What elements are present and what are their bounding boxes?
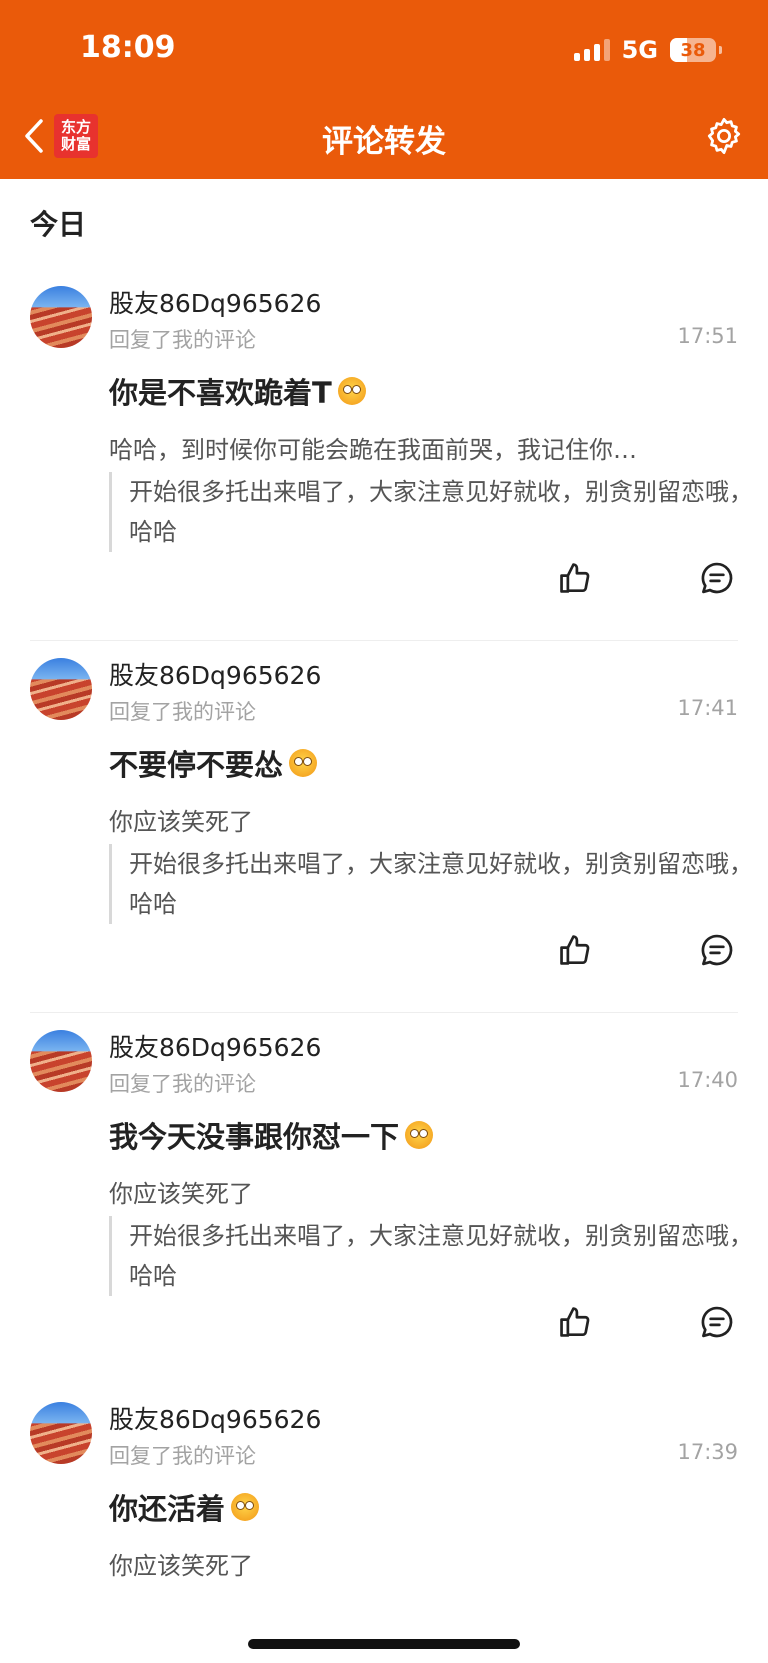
like-button[interactable] xyxy=(553,928,597,972)
home-indicator xyxy=(248,1639,520,1649)
quoted-comment[interactable]: 开始很多托出来唱了，大家注意见好就收，别贪别留恋哦，哈哈 xyxy=(109,844,759,924)
timestamp: 17:41 xyxy=(677,696,738,720)
emoji-icon xyxy=(405,1121,434,1149)
list-item[interactable]: 股友86Dq965626 回复了我的评论 17:51 你是不喜欢跪着T 哈哈，到… xyxy=(0,268,768,641)
nav-bar: 东方 财富 评论转发 xyxy=(0,100,768,172)
reply-hint: 回复了我的评论 xyxy=(109,1444,256,1468)
quoted-comment[interactable]: 开始很多托出来唱了，大家注意见好就收，别贪别留恋哦，哈哈 xyxy=(109,472,759,552)
timestamp: 17:51 xyxy=(677,324,738,348)
avatar[interactable] xyxy=(30,1402,92,1464)
username[interactable]: 股友86Dq965626 xyxy=(109,1400,321,1436)
username[interactable]: 股友86Dq965626 xyxy=(109,284,321,320)
reply-hint: 回复了我的评论 xyxy=(109,700,256,724)
comment-text: 不要停不要怂 xyxy=(109,742,318,784)
battery-level: 38 xyxy=(680,39,706,61)
reply-text: 你应该笑死了 xyxy=(109,808,253,836)
comment-content: 我今天没事跟你怼一下 xyxy=(109,1120,400,1154)
reply-text: 你应该笑死了 xyxy=(109,1180,253,1208)
comment-icon xyxy=(701,562,733,594)
comment-content: 你是不喜欢跪着T xyxy=(109,376,332,410)
reply-text: 哈哈，到时候你可能会跪在我面前哭，我记住你… xyxy=(109,436,637,464)
list-item[interactable]: 股友86Dq965626 回复了我的评论 17:39 你还活着 你应该笑死了 xyxy=(0,1384,768,1663)
avatar[interactable] xyxy=(30,658,92,720)
signal-icon xyxy=(573,39,610,61)
section-title-today: 今日 xyxy=(30,208,87,241)
quoted-comment[interactable]: 开始很多托出来唱了，大家注意见好就收，别贪别留恋哦，哈哈 xyxy=(109,1216,759,1296)
reply-hint: 回复了我的评论 xyxy=(109,328,256,352)
like-icon xyxy=(560,563,590,593)
like-button[interactable] xyxy=(553,556,597,600)
header-bar: 18:09 5G 38 东方 财富 评论转发 xyxy=(0,0,768,179)
username[interactable]: 股友86Dq965626 xyxy=(109,1028,321,1064)
settings-icon xyxy=(707,117,741,155)
network-type: 5G xyxy=(621,36,658,64)
page-title: 评论转发 xyxy=(322,124,446,160)
comment-text: 你还活着 xyxy=(109,1486,260,1528)
battery-icon: 38 xyxy=(670,38,722,62)
avatar[interactable] xyxy=(30,286,92,348)
status-time: 18:09 xyxy=(80,30,176,65)
list-item[interactable]: 股友86Dq965626 回复了我的评论 17:40 我今天没事跟你怼一下 你应… xyxy=(0,1012,768,1384)
comment-icon xyxy=(701,934,733,966)
like-icon xyxy=(560,935,590,965)
comment-button[interactable] xyxy=(695,928,739,972)
emoji-icon xyxy=(231,1493,260,1521)
emoji-icon xyxy=(337,377,366,405)
status-indicators: 5G 38 xyxy=(573,36,722,64)
timestamp: 17:39 xyxy=(677,1440,738,1464)
comment-content: 不要停不要怂 xyxy=(109,748,284,782)
reply-text: 你应该笑死了 xyxy=(109,1552,253,1580)
settings-button[interactable] xyxy=(700,112,748,160)
comment-button[interactable] xyxy=(695,556,739,600)
emoji-icon xyxy=(289,749,318,777)
comment-text: 你是不喜欢跪着T xyxy=(109,370,366,412)
timestamp: 17:40 xyxy=(677,1068,738,1092)
username[interactable]: 股友86Dq965626 xyxy=(109,656,321,692)
comment-content: 你还活着 xyxy=(109,1492,226,1526)
reply-hint: 回复了我的评论 xyxy=(109,1072,256,1096)
like-icon xyxy=(560,1307,590,1337)
comment-button[interactable] xyxy=(695,1300,739,1344)
list-item[interactable]: 股友86Dq965626 回复了我的评论 17:41 不要停不要怂 你应该笑死了… xyxy=(0,640,768,1013)
comment-text: 我今天没事跟你怼一下 xyxy=(109,1114,434,1156)
avatar[interactable] xyxy=(30,1030,92,1092)
comment-icon xyxy=(701,1306,733,1338)
like-button[interactable] xyxy=(553,1300,597,1344)
